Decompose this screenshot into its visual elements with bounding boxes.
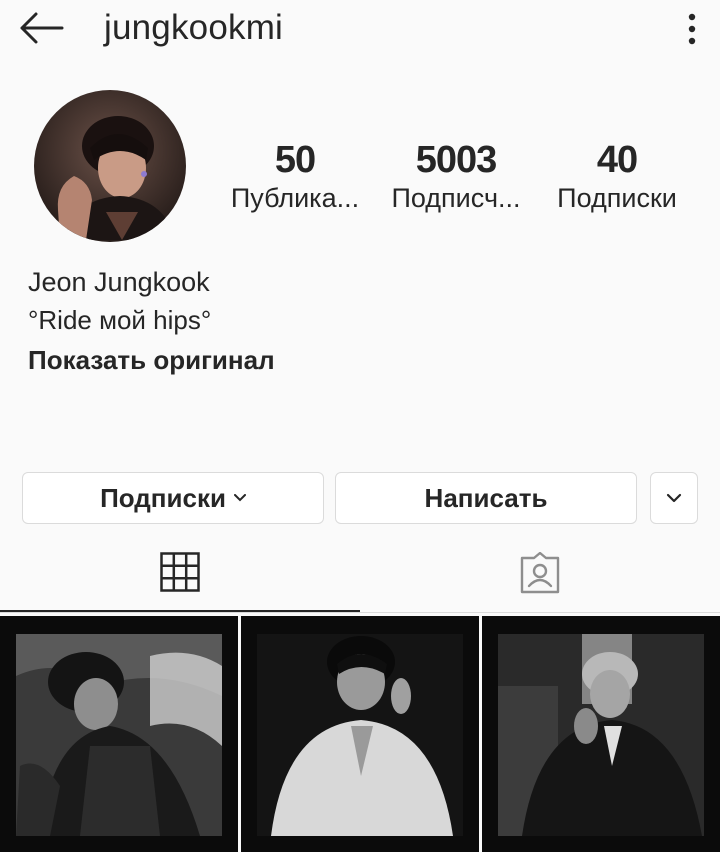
chevron-down-icon	[666, 493, 682, 503]
options-menu-button[interactable]	[686, 12, 698, 46]
posts-count-value: 50	[274, 139, 316, 181]
following-count-label: Подписки	[557, 183, 677, 213]
more-vertical-icon	[688, 13, 696, 45]
arrow-left-icon	[20, 12, 64, 44]
grid-icon	[160, 552, 200, 592]
message-button-label: Написать	[424, 482, 548, 513]
profile-avatar[interactable]	[34, 90, 186, 242]
following-button[interactable]: Подписки	[22, 472, 324, 524]
followers-count[interactable]: 5003 Подписч...	[380, 138, 532, 214]
posts-count[interactable]: 50 Публика...	[220, 138, 370, 214]
top-bar: jungkookmi	[0, 0, 720, 62]
chevron-down-icon	[233, 494, 246, 502]
tab-grid[interactable]	[0, 548, 360, 612]
following-count-value: 40	[596, 139, 638, 181]
back-button[interactable]	[18, 10, 64, 46]
following-button-label: Подписки	[100, 482, 226, 513]
profile-bio: Jeon Jungkook °Ride мой hips° Показать о…	[28, 264, 275, 380]
post-thumbnail[interactable]	[482, 616, 720, 852]
post-thumbnail[interactable]	[241, 616, 479, 852]
profile-full-name: Jeon Jungkook	[28, 267, 210, 297]
suggested-accounts-button[interactable]	[650, 472, 698, 524]
profile-username: jungkookmi	[104, 8, 284, 47]
posts-count-label: Публика...	[230, 183, 360, 213]
tagged-user-icon	[520, 552, 560, 594]
followers-count-label: Подписч...	[391, 183, 521, 213]
followers-count-value: 5003	[415, 139, 498, 181]
show-original-link[interactable]: Показать оригинал	[28, 340, 275, 380]
post-thumbnail[interactable]	[0, 616, 238, 852]
tab-tagged[interactable]	[360, 548, 720, 612]
tabs-divider	[0, 612, 720, 613]
message-button[interactable]: Написать	[335, 472, 637, 524]
following-count[interactable]: 40 Подписки	[542, 138, 692, 214]
bio-text: °Ride мой hips°	[28, 305, 212, 335]
